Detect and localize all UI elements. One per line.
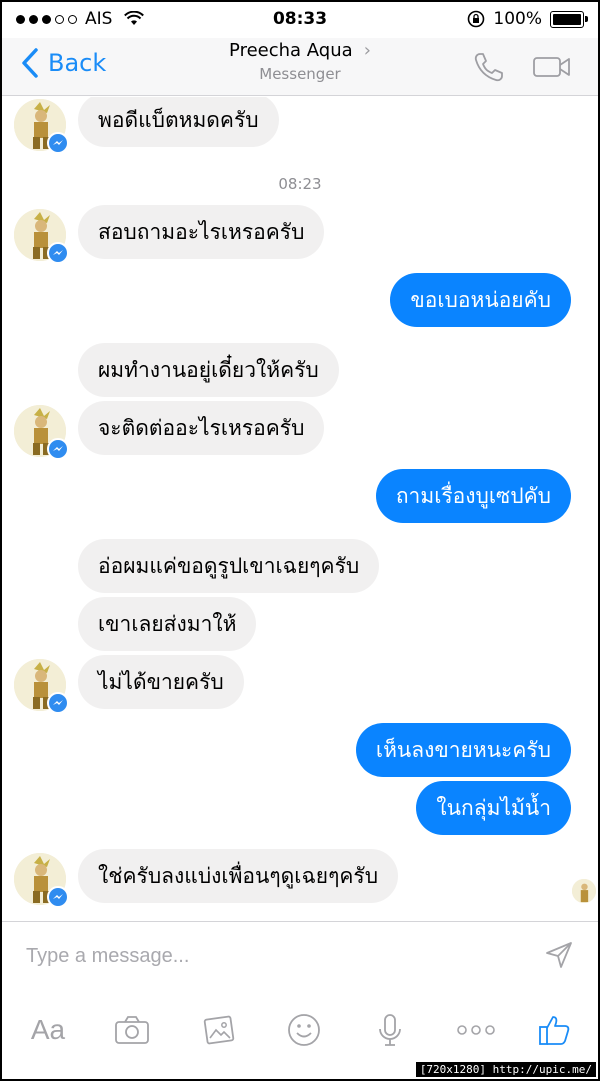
navigation-bar: Back Preecha Aqua › Messenger xyxy=(2,38,598,96)
chevron-right-icon: › xyxy=(363,40,371,61)
outgoing-message[interactable]: ขอเบอหน่อยคับ xyxy=(390,273,571,327)
incoming-message[interactable]: ผมทำงานอยู่เดี๋ยวให้ครับ xyxy=(78,343,339,397)
contact-avatar[interactable] xyxy=(14,405,69,460)
contact-avatar[interactable] xyxy=(14,853,69,908)
incoming-message[interactable]: เขาเลยส่งมาให้ xyxy=(78,597,257,651)
battery-icon xyxy=(550,10,588,28)
status-right: 100% xyxy=(467,9,588,29)
contact-name: Preecha Aqua xyxy=(229,40,353,61)
composer-toolbar: Aa xyxy=(2,1008,598,1052)
message-input[interactable] xyxy=(26,938,506,974)
more-dots-icon xyxy=(457,1025,495,1035)
incoming-message[interactable]: ใช่ครับลงแบ่งเพื่อนๆดูเฉยๆครับ xyxy=(78,849,399,903)
photo-gallery-button[interactable] xyxy=(198,1008,242,1052)
voice-message-button[interactable] xyxy=(368,1008,412,1052)
message-composer: Aa xyxy=(2,921,598,1079)
video-call-button[interactable] xyxy=(532,52,572,82)
image-host-tag: [720x1280] http://upic.me/ xyxy=(415,1062,596,1077)
conversation-thread[interactable]: พอดีแบ็ตหมดครับ 08:23 สอบถามอะไรเหรอครับ… xyxy=(2,97,598,921)
messenger-badge-icon xyxy=(47,438,69,460)
messenger-badge-icon xyxy=(47,132,69,154)
messenger-badge-icon xyxy=(47,692,69,714)
incoming-message[interactable]: พอดีแบ็ตหมดครับ xyxy=(78,97,279,147)
phone-call-button[interactable] xyxy=(472,50,508,84)
incoming-message[interactable]: สอบถามอะไรเหรอครับ xyxy=(78,205,325,259)
more-options-button[interactable] xyxy=(454,1008,498,1052)
outgoing-message[interactable]: ในกลุ่มไม้น้ำ xyxy=(416,781,571,835)
outgoing-message[interactable]: เห็นลงขายหนะครับ xyxy=(355,723,571,777)
messenger-screen: AIS 08:33 100% Back Preecha Aqua › Messe… xyxy=(0,0,600,1081)
like-button[interactable] xyxy=(532,1008,576,1052)
incoming-message[interactable]: ไม่ได้ขายครับ xyxy=(78,655,244,709)
thumbs-up-icon xyxy=(539,1016,570,1045)
contact-subtitle: Messenger xyxy=(259,65,341,83)
contact-avatar[interactable] xyxy=(14,209,69,264)
microphone-icon xyxy=(379,1014,401,1046)
battery-percent: 100% xyxy=(493,9,542,29)
incoming-message[interactable]: จะติดต่ออะไรเหรอครับ xyxy=(78,401,325,455)
message-timestamp: 08:23 xyxy=(278,175,322,193)
seen-indicator-avatar xyxy=(572,879,596,903)
status-bar: AIS 08:33 100% xyxy=(2,2,598,38)
contact-avatar[interactable] xyxy=(14,659,69,714)
camera-button[interactable] xyxy=(110,1008,154,1052)
text-size-button[interactable]: Aa xyxy=(24,1008,72,1052)
contact-avatar[interactable] xyxy=(14,99,69,154)
sticker-button[interactable] xyxy=(282,1008,326,1052)
outgoing-message[interactable]: ถามเรื่องบูเซปคับ xyxy=(375,469,571,523)
rotation-lock-icon xyxy=(468,10,485,28)
smiley-icon xyxy=(288,1014,320,1046)
photo-icon xyxy=(203,1015,235,1045)
camera-icon xyxy=(115,1016,149,1044)
incoming-message[interactable]: อ่อผมแค่ขอดูรูปเขาเฉยๆครับ xyxy=(78,539,380,593)
messenger-badge-icon xyxy=(47,242,69,264)
send-icon[interactable] xyxy=(544,940,574,970)
conversation-title[interactable]: Preecha Aqua › Messenger xyxy=(2,40,598,83)
messenger-badge-icon xyxy=(47,886,69,908)
